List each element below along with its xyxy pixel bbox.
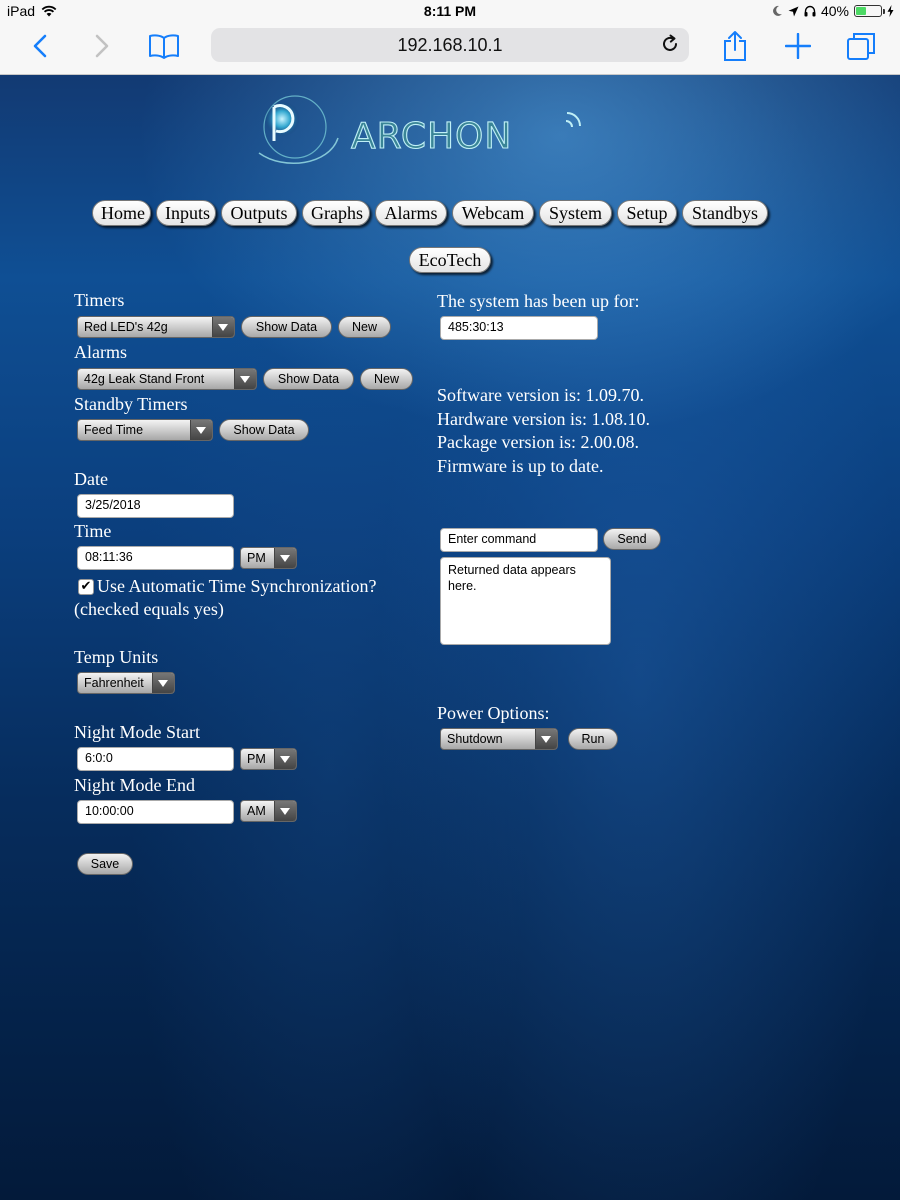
share-icon	[724, 31, 746, 61]
alarms-label: Alarms	[74, 342, 127, 362]
timers-label: Timers	[74, 290, 125, 310]
nav-graphs[interactable]: Graphs	[302, 200, 370, 226]
night-end-input[interactable]: 10:00:00	[77, 800, 234, 824]
power-options-selected: Shutdown	[447, 732, 503, 746]
dropdown-arrow-icon	[274, 749, 296, 769]
alarms-select[interactable]: 42g Leak Stand Front	[77, 368, 257, 390]
timers-select[interactable]: Red LED's 42g	[77, 316, 235, 338]
share-button[interactable]	[715, 28, 755, 64]
standby-timers-selected: Feed Time	[84, 423, 144, 437]
browser-toolbar: 192.168.10.1	[0, 22, 900, 75]
date-input[interactable]: 3/25/2018	[77, 494, 234, 518]
webpage: ARCHON Home Inputs Outputs Graphs Alarms…	[0, 75, 900, 1200]
nav-standbys[interactable]: Standbys	[682, 200, 768, 226]
night-start-ampm-selected: PM	[247, 752, 266, 766]
main-nav: Home Inputs Outputs Graphs Alarms Webcam…	[92, 200, 768, 226]
timers-selected: Red LED's 42g	[84, 320, 168, 334]
dropdown-arrow-icon	[234, 369, 256, 389]
status-bar: iPad 8:11 PM 40%	[0, 0, 900, 22]
auto-sync-note: (checked equals yes)	[74, 599, 224, 619]
temp-units-select[interactable]: Fahrenheit	[77, 672, 175, 694]
url-text: 192.168.10.1	[397, 35, 503, 55]
nav-inputs[interactable]: Inputs	[156, 200, 216, 226]
secondary-nav: EcoTech	[409, 247, 491, 273]
dropdown-arrow-icon	[190, 420, 212, 440]
chevron-left-icon	[33, 34, 47, 58]
run-button[interactable]: Run	[568, 728, 618, 750]
nav-webcam[interactable]: Webcam	[452, 200, 534, 226]
auto-sync-checkbox[interactable]: ✔	[78, 579, 94, 595]
book-icon	[149, 34, 179, 59]
battery-level	[856, 7, 866, 15]
bookmarks-button[interactable]	[144, 28, 184, 64]
night-end-ampm-select[interactable]: AM	[240, 800, 297, 822]
clock: 8:11 PM	[423, 3, 477, 19]
date-label: Date	[74, 469, 108, 489]
power-options-select[interactable]: Shutdown	[440, 728, 558, 750]
auto-sync-label: Use Automatic Time Synchronization?	[97, 576, 377, 596]
time-ampm-select[interactable]: PM	[240, 547, 297, 569]
dropdown-arrow-icon	[274, 548, 296, 568]
time-input[interactable]: 08:11:36	[77, 546, 234, 570]
temp-units-label: Temp Units	[74, 647, 159, 667]
hardware-version: Hardware version is: 1.08.10.	[437, 409, 650, 429]
headphones-icon	[804, 5, 816, 17]
standby-show-data-button[interactable]: Show Data	[219, 419, 309, 441]
new-tab-button[interactable]	[778, 28, 818, 64]
battery-percent: 40%	[820, 3, 849, 19]
dropdown-arrow-icon	[535, 729, 557, 749]
night-start-ampm-select[interactable]: PM	[240, 748, 297, 770]
alarms-selected: 42g Leak Stand Front	[84, 372, 205, 386]
night-end-ampm-selected: AM	[247, 804, 266, 818]
alarms-show-data-button[interactable]: Show Data	[263, 368, 354, 390]
archon-logo: ARCHON	[258, 95, 581, 165]
firmware-status: Firmware is up to date.	[437, 456, 604, 476]
back-button[interactable]	[20, 28, 60, 64]
standby-timers-select[interactable]: Feed Time	[77, 419, 213, 441]
package-version: Package version is: 2.00.08.	[437, 432, 639, 452]
logo-wordmark: ARCHON	[351, 116, 512, 157]
tabs-icon	[847, 33, 875, 60]
returned-data-area[interactable]: Returned data appears here.	[440, 557, 611, 645]
temp-units-selected: Fahrenheit	[84, 676, 144, 690]
software-version: Software version is: 1.09.70.	[437, 385, 644, 405]
command-input[interactable]: Enter command	[440, 528, 598, 552]
charging-icon	[887, 5, 894, 17]
plus-icon	[785, 33, 811, 59]
forward-button[interactable]	[82, 28, 122, 64]
dropdown-arrow-icon	[274, 801, 296, 821]
timers-show-data-button[interactable]: Show Data	[241, 316, 332, 338]
time-label: Time	[74, 521, 112, 541]
alarms-new-button[interactable]: New	[360, 368, 413, 390]
tabs-button[interactable]	[841, 28, 881, 64]
night-start-input[interactable]: 6:0:0	[77, 747, 234, 771]
standby-timers-label: Standby Timers	[74, 394, 188, 414]
uptime-label: The system has been up for:	[437, 291, 640, 311]
dropdown-arrow-icon	[152, 673, 174, 693]
address-bar[interactable]: 192.168.10.1	[211, 28, 689, 62]
moon-icon	[773, 5, 782, 16]
time-ampm-selected: PM	[247, 551, 266, 565]
dropdown-arrow-icon	[212, 317, 234, 337]
send-button[interactable]: Send	[603, 528, 661, 550]
night-start-label: Night Mode Start	[74, 722, 200, 742]
power-options-label: Power Options:	[437, 703, 550, 723]
nav-setup[interactable]: Setup	[617, 200, 677, 226]
chevron-right-icon	[95, 34, 109, 58]
reload-icon[interactable]	[659, 33, 681, 55]
location-icon	[788, 6, 799, 16]
uptime-field: 485:30:13	[440, 316, 598, 340]
night-end-label: Night Mode End	[74, 775, 195, 795]
nav-system[interactable]: System	[539, 200, 612, 226]
battery-icon	[854, 5, 885, 17]
save-button[interactable]: Save	[77, 853, 133, 875]
nav-alarms[interactable]: Alarms	[375, 200, 447, 226]
nav-outputs[interactable]: Outputs	[221, 200, 297, 226]
timers-new-button[interactable]: New	[338, 316, 391, 338]
nav-ecotech[interactable]: EcoTech	[409, 247, 491, 273]
nav-home[interactable]: Home	[92, 200, 151, 226]
